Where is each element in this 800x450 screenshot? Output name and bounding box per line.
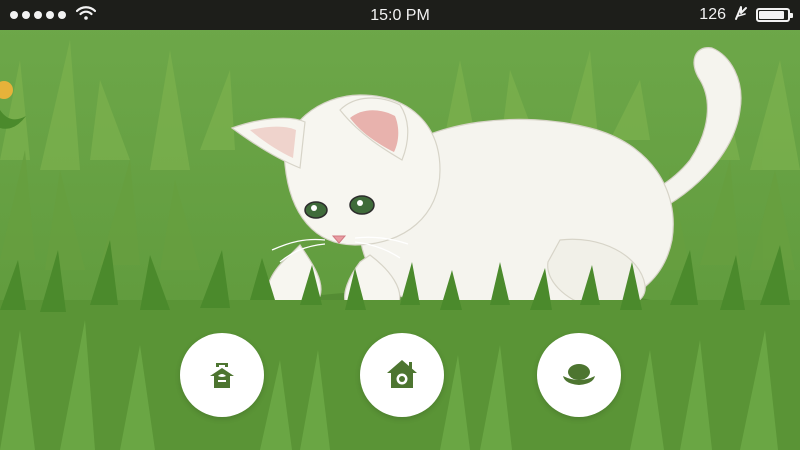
home-camera-button[interactable] xyxy=(360,333,444,417)
wifi-icon xyxy=(75,5,97,25)
status-right: 126 xyxy=(699,5,793,26)
status-bar: 15:0 PM 126 xyxy=(0,0,800,30)
pet-bowl-button[interactable] xyxy=(537,333,621,417)
step-count: 126 xyxy=(699,6,726,23)
battery-icon xyxy=(756,8,793,22)
app-screen: 15:0 PM 126 xyxy=(0,0,800,450)
status-left xyxy=(10,5,97,25)
home-camera-icon xyxy=(382,354,422,397)
pedometer-icon xyxy=(734,5,748,26)
signal-dots-icon xyxy=(10,11,66,19)
pet-carrier-icon xyxy=(202,354,242,397)
battery-level xyxy=(759,11,784,19)
pet-bowl-icon xyxy=(559,354,599,397)
status-time: 15:0 PM xyxy=(370,7,430,24)
pet-carrier-button[interactable] xyxy=(180,333,264,417)
